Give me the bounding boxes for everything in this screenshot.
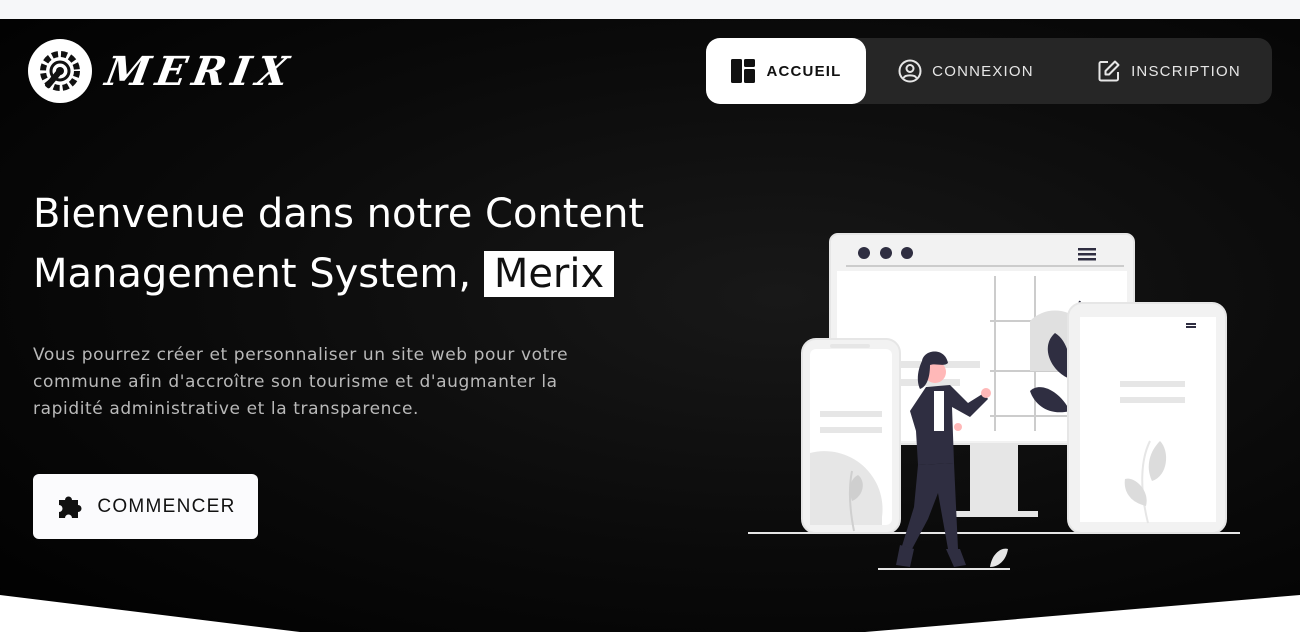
nav-label-accueil: ACCUEIL (766, 62, 842, 80)
nav-label-connexion: CONNEXION (932, 62, 1034, 80)
brand-name: MERIX (101, 47, 298, 95)
puzzle-icon (59, 496, 82, 518)
dashboard-icon (731, 59, 756, 83)
hero-title-line1: Bienvenue dans notre Content (33, 191, 645, 237)
hero-section: MERIX ACCUEIL CONNEXION INSCRIPTION Bien… (0, 19, 1300, 635)
devices-illustration (748, 233, 1240, 570)
hero-title: Bienvenue dans notre Content Management … (33, 184, 683, 304)
nav-item-inscription[interactable]: INSCRIPTION (1066, 38, 1272, 104)
brand-logo[interactable]: MERIX (28, 39, 298, 103)
start-button-label: COMMENCER (97, 495, 236, 517)
nav-item-accueil[interactable]: ACCUEIL (706, 38, 866, 104)
nav-item-connexion[interactable]: CONNEXION (866, 38, 1066, 104)
hero-subtitle: Vous pourrez créer et personnaliser un s… (33, 345, 569, 419)
edit-icon (1098, 60, 1120, 82)
hero-title-line2: Management System, (33, 251, 472, 297)
main-nav: ACCUEIL CONNEXION INSCRIPTION (706, 38, 1272, 104)
hero-title-highlight: Merix (483, 251, 615, 297)
user-circle-icon (898, 59, 922, 83)
nav-label-inscription: INSCRIPTION (1131, 62, 1241, 80)
bottom-divider (0, 595, 1300, 635)
start-button[interactable]: COMMENCER (33, 474, 258, 539)
wrench-gear-icon (28, 39, 92, 103)
top-strip (0, 0, 1300, 19)
